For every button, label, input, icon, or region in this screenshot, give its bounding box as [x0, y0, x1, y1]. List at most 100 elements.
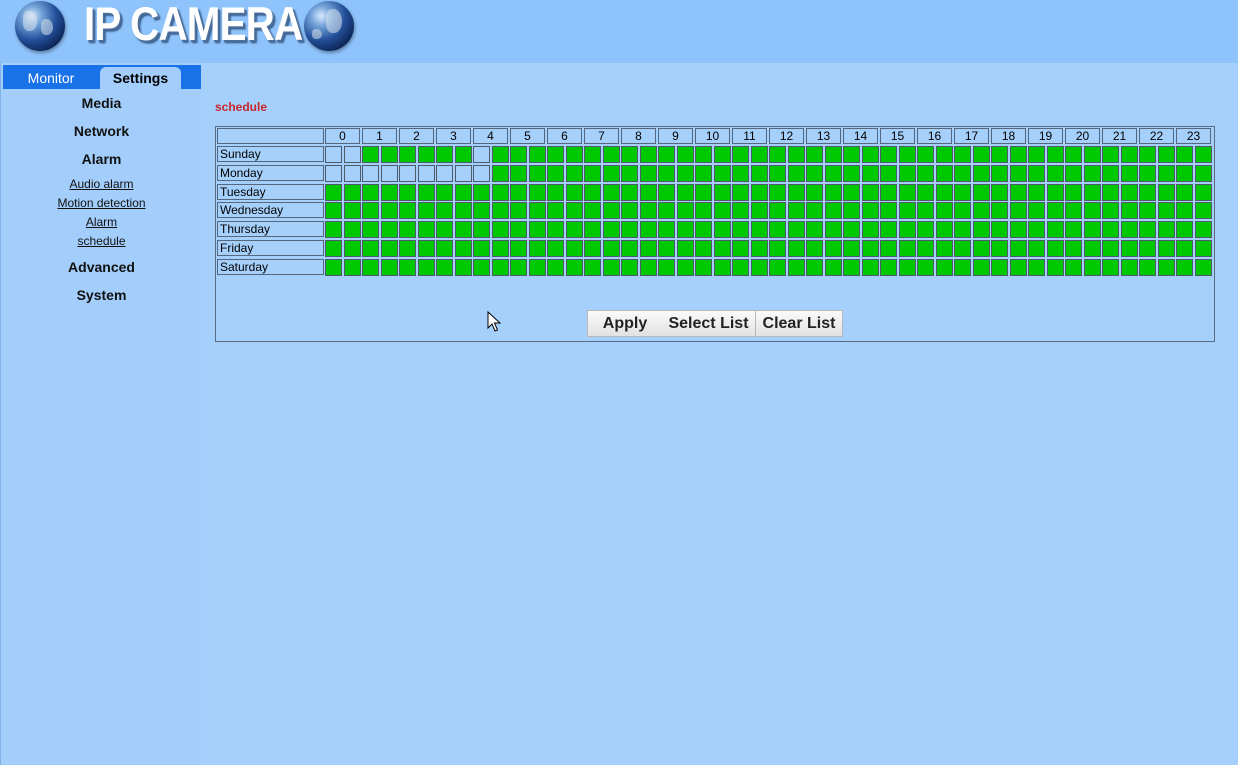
schedule-slot[interactable]: [843, 146, 860, 163]
schedule-slot[interactable]: [436, 240, 453, 257]
schedule-slot[interactable]: [1046, 240, 1064, 257]
schedule-slot[interactable]: [639, 259, 657, 276]
schedule-slot[interactable]: [380, 202, 398, 219]
schedule-slot[interactable]: [343, 202, 361, 219]
schedule-slot[interactable]: [1009, 146, 1027, 163]
sidebar-item-system[interactable]: System: [1, 287, 202, 303]
schedule-slot[interactable]: [399, 146, 416, 163]
schedule-slot[interactable]: [787, 259, 805, 276]
schedule-slot[interactable]: [510, 202, 527, 219]
schedule-slot[interactable]: [658, 165, 675, 182]
schedule-slot[interactable]: [417, 202, 435, 219]
schedule-slot[interactable]: [491, 146, 509, 163]
schedule-slot[interactable]: [621, 221, 638, 238]
schedule-slot[interactable]: [621, 146, 638, 163]
schedule-slot[interactable]: [399, 221, 416, 238]
schedule-slot[interactable]: [898, 221, 916, 238]
tab-monitor[interactable]: Monitor: [3, 67, 99, 89]
schedule-slot[interactable]: [1157, 184, 1175, 201]
schedule-slot[interactable]: [510, 146, 527, 163]
schedule-slot[interactable]: [362, 165, 379, 182]
schedule-slot[interactable]: [491, 165, 509, 182]
schedule-slot[interactable]: [1194, 146, 1212, 163]
schedule-slot[interactable]: [991, 240, 1008, 257]
schedule-slot[interactable]: [880, 184, 897, 201]
schedule-slot[interactable]: [695, 202, 712, 219]
schedule-slot[interactable]: [639, 202, 657, 219]
schedule-slot[interactable]: [658, 259, 675, 276]
schedule-slot[interactable]: [510, 221, 527, 238]
schedule-slot[interactable]: [417, 165, 435, 182]
schedule-slot[interactable]: [565, 146, 583, 163]
schedule-slot[interactable]: [510, 259, 527, 276]
schedule-slot[interactable]: [1046, 184, 1064, 201]
schedule-slot[interactable]: [380, 259, 398, 276]
schedule-slot[interactable]: [584, 184, 601, 201]
schedule-slot[interactable]: [436, 165, 453, 182]
schedule-slot[interactable]: [991, 202, 1008, 219]
schedule-slot[interactable]: [972, 165, 990, 182]
schedule-slot[interactable]: [565, 184, 583, 201]
schedule-slot[interactable]: [806, 259, 823, 276]
schedule-slot[interactable]: [658, 221, 675, 238]
schedule-slot[interactable]: [787, 184, 805, 201]
schedule-slot[interactable]: [898, 184, 916, 201]
schedule-slot[interactable]: [417, 259, 435, 276]
schedule-slot[interactable]: [491, 202, 509, 219]
schedule-slot[interactable]: [750, 146, 768, 163]
schedule-slot[interactable]: [1009, 240, 1027, 257]
schedule-slot[interactable]: [824, 202, 842, 219]
schedule-slot[interactable]: [898, 240, 916, 257]
schedule-slot[interactable]: [528, 221, 546, 238]
schedule-slot[interactable]: [972, 240, 990, 257]
schedule-slot[interactable]: [917, 146, 934, 163]
schedule-slot[interactable]: [695, 165, 712, 182]
schedule-slot[interactable]: [824, 221, 842, 238]
schedule-slot[interactable]: [565, 221, 583, 238]
schedule-slot[interactable]: [769, 165, 786, 182]
schedule-slot[interactable]: [417, 146, 435, 163]
schedule-slot[interactable]: [787, 202, 805, 219]
schedule-slot[interactable]: [843, 259, 860, 276]
schedule-slot[interactable]: [1120, 259, 1138, 276]
schedule-slot[interactable]: [1028, 146, 1045, 163]
schedule-slot[interactable]: [1083, 240, 1101, 257]
schedule-slot[interactable]: [676, 184, 694, 201]
schedule-slot[interactable]: [584, 202, 601, 219]
schedule-slot[interactable]: [1083, 202, 1101, 219]
schedule-slot[interactable]: [639, 165, 657, 182]
schedule-slot[interactable]: [325, 221, 342, 238]
schedule-slot[interactable]: [325, 202, 342, 219]
schedule-slot[interactable]: [547, 202, 564, 219]
schedule-slot[interactable]: [1194, 202, 1212, 219]
schedule-slot[interactable]: [565, 240, 583, 257]
schedule-slot[interactable]: [325, 240, 342, 257]
schedule-slot[interactable]: [861, 165, 879, 182]
schedule-slot[interactable]: [565, 259, 583, 276]
schedule-slot[interactable]: [325, 184, 342, 201]
schedule-slot[interactable]: [454, 240, 472, 257]
schedule-slot[interactable]: [732, 146, 749, 163]
schedule-slot[interactable]: [528, 165, 546, 182]
schedule-slot[interactable]: [325, 165, 342, 182]
schedule-slot[interactable]: [917, 221, 934, 238]
schedule-slot[interactable]: [621, 259, 638, 276]
schedule-slot[interactable]: [861, 221, 879, 238]
schedule-slot[interactable]: [454, 259, 472, 276]
schedule-slot[interactable]: [824, 184, 842, 201]
schedule-slot[interactable]: [843, 221, 860, 238]
schedule-slot[interactable]: [1046, 259, 1064, 276]
schedule-slot[interactable]: [1028, 202, 1045, 219]
schedule-slot[interactable]: [954, 165, 971, 182]
schedule-slot[interactable]: [1194, 165, 1212, 182]
schedule-slot[interactable]: [954, 221, 971, 238]
schedule-slot[interactable]: [806, 165, 823, 182]
schedule-slot[interactable]: [491, 259, 509, 276]
schedule-slot[interactable]: [621, 184, 638, 201]
schedule-slot[interactable]: [991, 259, 1008, 276]
schedule-slot[interactable]: [991, 146, 1008, 163]
schedule-slot[interactable]: [343, 184, 361, 201]
schedule-slot[interactable]: [806, 240, 823, 257]
schedule-slot[interactable]: [861, 184, 879, 201]
schedule-slot[interactable]: [528, 202, 546, 219]
